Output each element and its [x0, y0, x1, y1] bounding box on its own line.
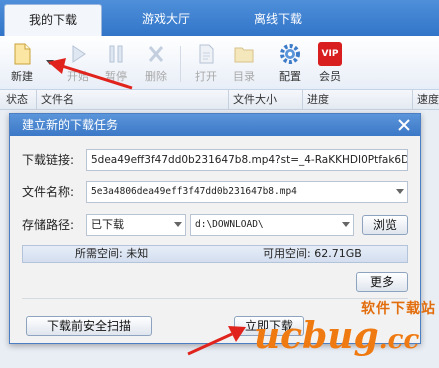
- watermark-logo-suffix: .cc: [378, 325, 420, 355]
- folder-button-label: 目录: [233, 70, 255, 83]
- chevron-down-icon[interactable]: [396, 189, 404, 194]
- new-button-label: 新建: [11, 70, 33, 83]
- delete-icon: [148, 46, 164, 62]
- member-button[interactable]: VIP 会员: [312, 42, 348, 84]
- vip-icon: VIP: [318, 42, 342, 66]
- toolbar: 新建 开始 暂停 删除 打开 目录 配置 VIP 会员: [0, 36, 439, 90]
- save-path-select-value: 已下载: [91, 218, 124, 231]
- watermark-logo-text: ucbug: [254, 315, 379, 357]
- chevron-down-icon[interactable]: [174, 222, 182, 227]
- config-button[interactable]: 配置: [272, 42, 308, 84]
- save-path-label: 存储路径:: [22, 218, 75, 232]
- new-file-icon: [14, 43, 31, 65]
- close-icon[interactable]: [396, 117, 412, 133]
- tab-my-downloads[interactable]: 我的下载: [4, 4, 102, 36]
- new-button[interactable]: 新建: [4, 42, 40, 84]
- delete-button-label: 删除: [145, 70, 167, 83]
- pause-button[interactable]: 暂停: [98, 42, 134, 84]
- save-path-value: d:\DOWNLOAD\: [195, 219, 264, 230]
- security-scan-button[interactable]: 下载前安全扫描: [26, 316, 152, 336]
- column-filename[interactable]: 文件名: [36, 90, 228, 110]
- tab-offline-download[interactable]: 离线下载: [228, 4, 328, 36]
- dialog-title: 建立新的下载任务: [22, 118, 119, 132]
- download-list-header: 状态 文件名 文件大小 进度 速度: [0, 90, 439, 110]
- available-space: 可用空间: 62.71GB: [263, 247, 362, 260]
- watermark-logo: ucbug.cc: [254, 316, 438, 360]
- open-file-icon: [199, 44, 214, 64]
- download-link-field[interactable]: 5dea49eff3f47dd0b231647b8.mp4?st=_4-RaKK…: [86, 149, 408, 171]
- delete-button[interactable]: 删除: [138, 42, 174, 84]
- folder-icon: [234, 47, 254, 63]
- dialog-title-bar: 建立新的下载任务: [10, 114, 420, 136]
- file-name-field[interactable]: 5e3a4806dea49eff3f47dd0b231647b8.mp4: [86, 181, 408, 203]
- required-space: 所需空间: 未知: [75, 247, 149, 260]
- open-button-label: 打开: [195, 70, 217, 83]
- toolbar-divider: [180, 46, 181, 82]
- pause-icon: [109, 45, 123, 63]
- file-name-value: 5e3a4806dea49eff3f47dd0b231647b8.mp4: [91, 186, 297, 197]
- tab-game-hall[interactable]: 游戏大厅: [118, 4, 214, 36]
- pause-button-label: 暂停: [105, 70, 127, 83]
- member-button-label: 会员: [319, 70, 341, 83]
- tab-bar: 我的下载 游戏大厅 离线下载: [0, 0, 439, 36]
- column-progress[interactable]: 进度: [302, 90, 412, 110]
- gear-icon: [280, 44, 300, 64]
- folder-button[interactable]: 目录: [226, 42, 262, 84]
- file-name-label: 文件名称:: [22, 185, 75, 199]
- chevron-down-icon[interactable]: [342, 222, 350, 227]
- play-icon: [72, 45, 86, 63]
- download-link-label: 下载链接:: [22, 153, 75, 167]
- new-dropdown-arrow-icon[interactable]: [46, 60, 54, 65]
- column-speed[interactable]: 速度: [412, 90, 439, 110]
- open-button[interactable]: 打开: [188, 42, 224, 84]
- save-path-select[interactable]: 已下载: [86, 214, 186, 236]
- column-filesize[interactable]: 文件大小: [228, 90, 302, 110]
- config-button-label: 配置: [279, 70, 301, 83]
- disk-space-bar: 所需空间: 未知 可用空间: 62.71GB: [22, 245, 408, 263]
- start-button[interactable]: 开始: [60, 42, 96, 84]
- start-button-label: 开始: [67, 70, 89, 83]
- more-button[interactable]: 更多: [356, 272, 408, 292]
- save-path-field[interactable]: d:\DOWNLOAD\: [190, 214, 354, 236]
- column-status[interactable]: 状态: [2, 90, 36, 110]
- browse-button[interactable]: 浏览: [362, 215, 408, 235]
